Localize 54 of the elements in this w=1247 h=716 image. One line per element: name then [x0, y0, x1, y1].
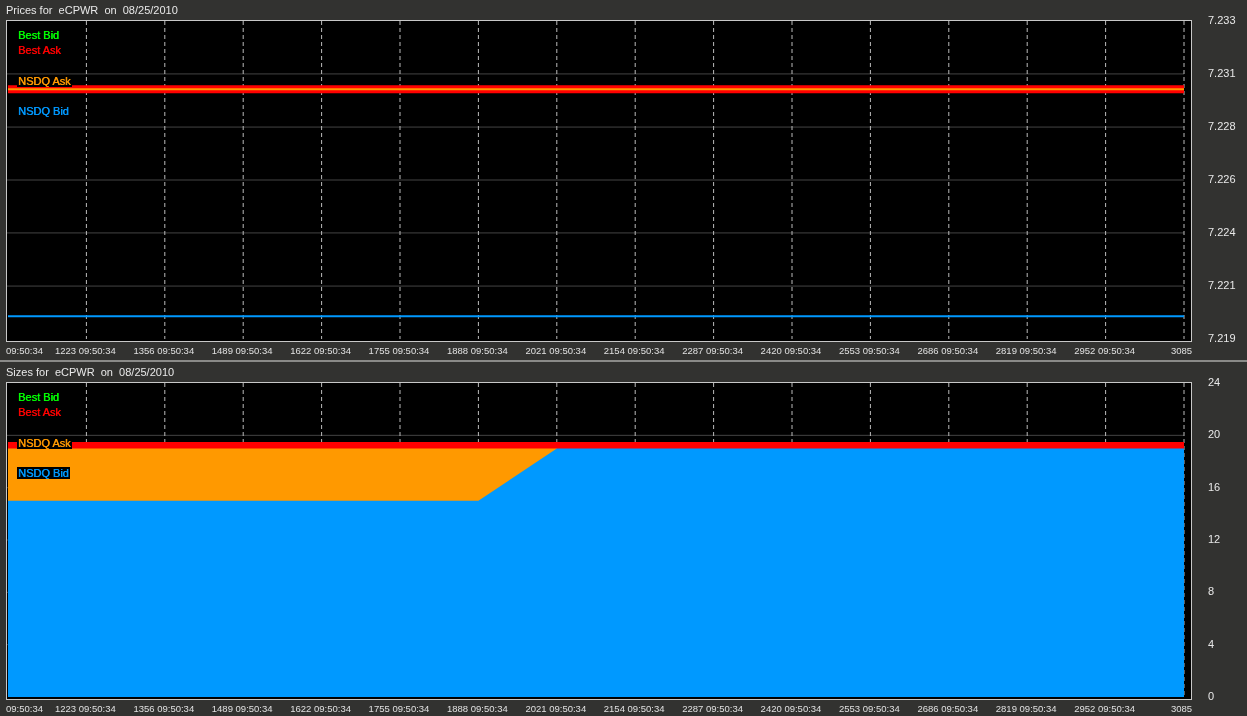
- x-axis-label: 2686 09:50:34: [917, 703, 979, 714]
- y-axis-label: 7.221: [1208, 279, 1236, 292]
- legend-label: Best Bid: [17, 29, 60, 41]
- x-axis-label: 2420 09:50:34: [760, 703, 822, 714]
- y-axis-label: 0: [1208, 690, 1215, 702]
- x-axis-label: 2686 09:50:34: [917, 345, 979, 356]
- x-axis-label: 2952 09:50:34: [1074, 345, 1135, 356]
- legend-label: Best Ask: [17, 44, 62, 56]
- x-axis-label: 2819 09:50:34: [995, 345, 1057, 356]
- x-axis-label: 1888 09:50:34: [447, 703, 508, 714]
- x-axis-label: 1489 09:50:34: [211, 345, 273, 356]
- legend-label: Best Bid: [17, 391, 60, 403]
- x-axis-label: 2154 09:50:34: [603, 345, 665, 356]
- x-axis-label: 3085: [1171, 345, 1192, 356]
- y-axis-label: 8: [1208, 585, 1215, 598]
- x-axis-label: 2021 09:50:34: [525, 345, 587, 356]
- y-axis-label: 7.228: [1208, 120, 1236, 133]
- y-axis-label: 20: [1208, 428, 1221, 441]
- x-axis-label: 2420 09:50:34: [760, 345, 822, 356]
- x-axis-label: 09:50:34: [6, 345, 43, 356]
- x-axis-label: 1356 09:50:34: [133, 345, 195, 356]
- legend-label: NSDQ Ask: [17, 75, 72, 87]
- x-axis-label: 3085: [1171, 703, 1192, 714]
- x-axis-label: 2952 09:50:34: [1074, 703, 1135, 714]
- legend-label: NSDQ Bid: [17, 467, 70, 479]
- x-axis-label: 1622 09:50:34: [290, 703, 351, 714]
- x-axis-label: 2553 09:50:34: [839, 703, 900, 714]
- x-axis-label: 2021 09:50:34: [525, 703, 587, 714]
- x-axis-label: 2154 09:50:34: [603, 703, 665, 714]
- x-axis-label: 1755 09:50:34: [368, 703, 430, 714]
- legend-label: NSDQ Ask: [17, 437, 72, 449]
- x-axis-label: 1888 09:50:34: [447, 345, 508, 356]
- x-axis-label: 2819 09:50:34: [995, 703, 1057, 714]
- x-axis-label: 1755 09:50:34: [368, 345, 430, 356]
- y-axis-label: 24: [1208, 376, 1221, 388]
- y-axis-label: 4: [1208, 637, 1215, 650]
- y-axis-label: 16: [1208, 480, 1221, 493]
- x-axis-label: 2287 09:50:34: [682, 703, 743, 714]
- x-axis-label: 1223 09:50:34: [55, 703, 116, 714]
- y-axis-label: 7.219: [1208, 332, 1236, 344]
- y-axis-label: 7.224: [1208, 225, 1236, 238]
- x-axis-label: 2287 09:50:34: [682, 345, 743, 356]
- y-axis-label: 12: [1208, 533, 1221, 545]
- x-axis-label: 2553 09:50:34: [839, 345, 900, 356]
- legend-label: NSDQ Bid: [17, 105, 70, 117]
- y-axis-label: 7.226: [1208, 173, 1236, 185]
- legend-label: Best Ask: [17, 406, 62, 418]
- x-axis-label: 09:50:34: [6, 703, 43, 714]
- x-axis-label: 1223 09:50:34: [55, 345, 116, 356]
- y-axis-label: 7.231: [1208, 66, 1236, 79]
- y-axis-label: 7.233: [1208, 14, 1236, 26]
- x-axis-label: 1622 09:50:34: [290, 345, 351, 356]
- x-axis-label: 1356 09:50:34: [133, 703, 195, 714]
- x-axis-label: 1489 09:50:34: [211, 703, 273, 714]
